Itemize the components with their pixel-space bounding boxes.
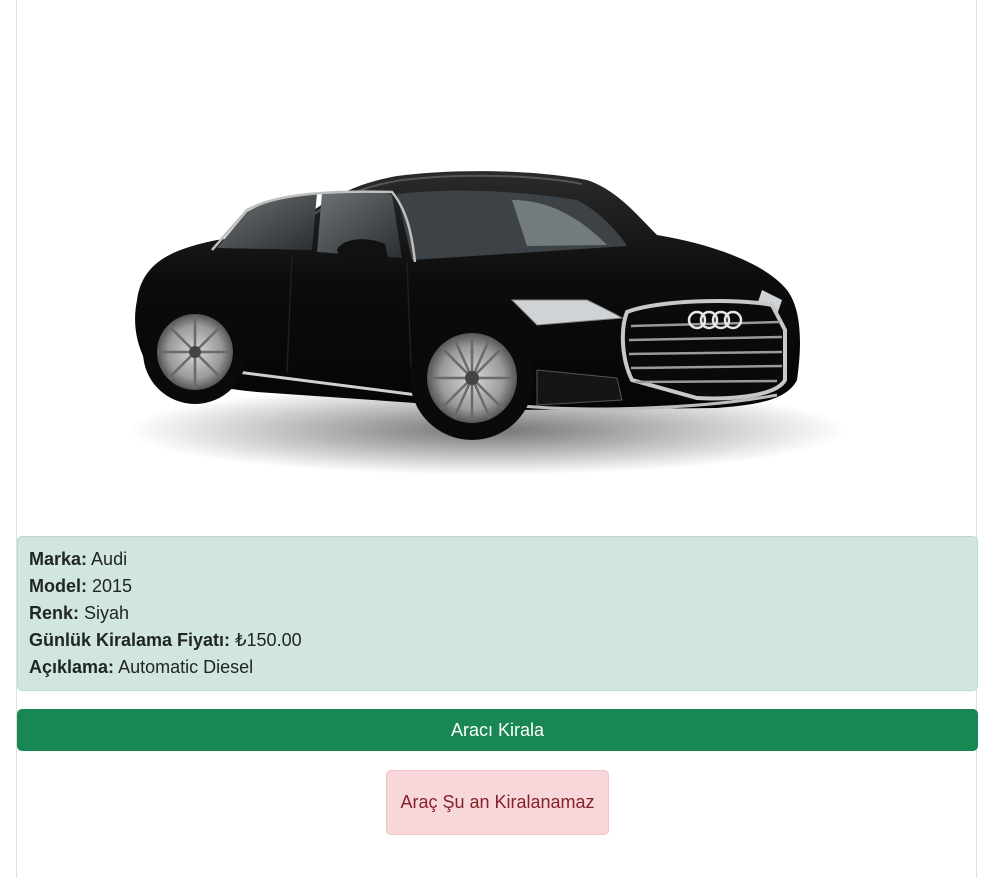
description-label: Açıklama: — [29, 657, 115, 677]
model-value: 2015 — [92, 576, 133, 596]
car-image — [17, 0, 976, 532]
description-value: Automatic Diesel — [118, 657, 254, 677]
daily-price-row: Günlük Kiralama Fiyatı: ₺150.00 — [29, 627, 966, 654]
car-illustration — [127, 171, 847, 475]
brand-row: Marka: Audi — [29, 546, 966, 573]
rent-car-button[interactable]: Aracı Kirala — [17, 709, 978, 751]
description-row: Açıklama: Automatic Diesel — [29, 654, 966, 681]
model-row: Model: 2015 — [29, 573, 966, 600]
color-value: Siyah — [84, 603, 130, 623]
daily-price-label: Günlük Kiralama Fiyatı: — [29, 630, 231, 650]
brand-label: Marka: — [29, 549, 88, 569]
daily-price-value: ₺150.00 — [235, 630, 302, 650]
car-detail-card: Marka: Audi Model: 2015 Renk: Siyah Günl… — [16, 0, 978, 878]
color-row: Renk: Siyah — [29, 600, 966, 627]
brand-value: Audi — [91, 549, 128, 569]
car-info-box: Marka: Audi Model: 2015 Renk: Siyah Günl… — [17, 536, 978, 691]
color-label: Renk: — [29, 603, 80, 623]
unavailable-alert: Araç Şu an Kiralanamaz — [386, 770, 609, 835]
model-label: Model: — [29, 576, 87, 596]
